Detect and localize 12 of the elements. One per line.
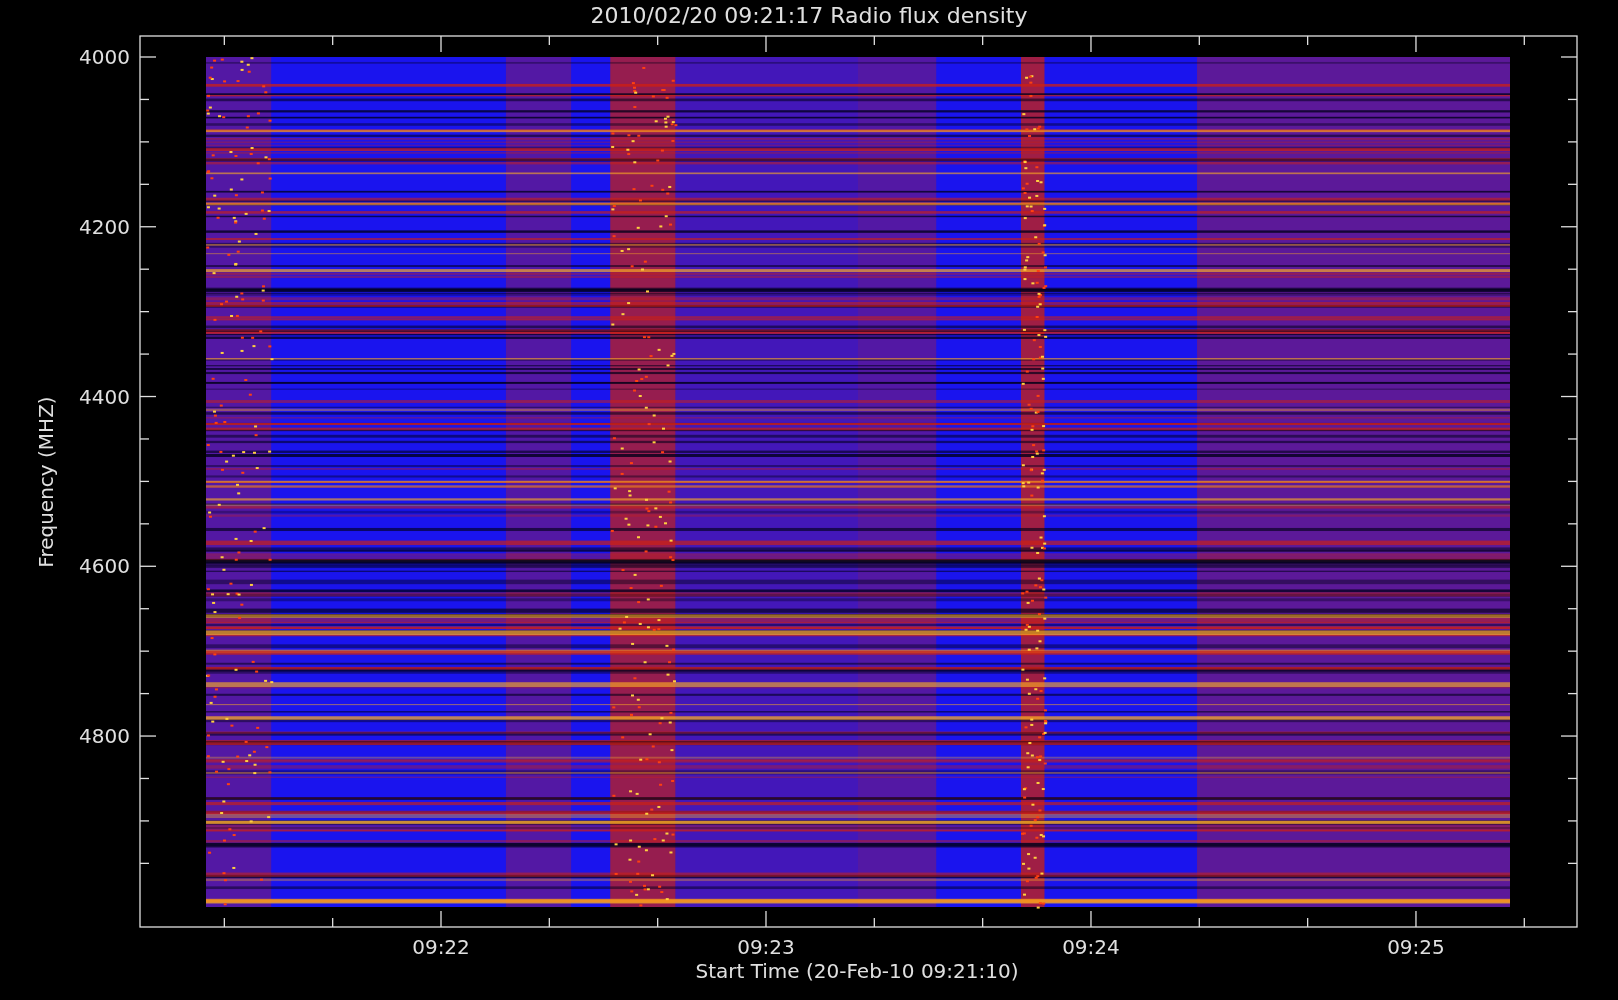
x-axis-title: Start Time (20-Feb-10 09:21:10)	[695, 959, 1019, 983]
y-tick-label: 4000	[78, 45, 130, 69]
y-tick-label: 4600	[78, 554, 130, 579]
y-axis-title: Frequency (MHZ)	[34, 396, 58, 568]
x-tick-label: 09:23	[737, 935, 795, 959]
x-tick-label: 09:22	[412, 935, 470, 959]
chart-title: 2010/02/20 09:21:17 Radio flux density	[589, 1, 1029, 30]
y-tick-label: 4200	[78, 214, 130, 239]
x-tick-label: 09:24	[1062, 935, 1120, 959]
y-tick-label: 4400	[78, 384, 130, 409]
x-tick-label: 09:25	[1387, 935, 1445, 959]
y-tick-label: 4800	[78, 724, 130, 749]
